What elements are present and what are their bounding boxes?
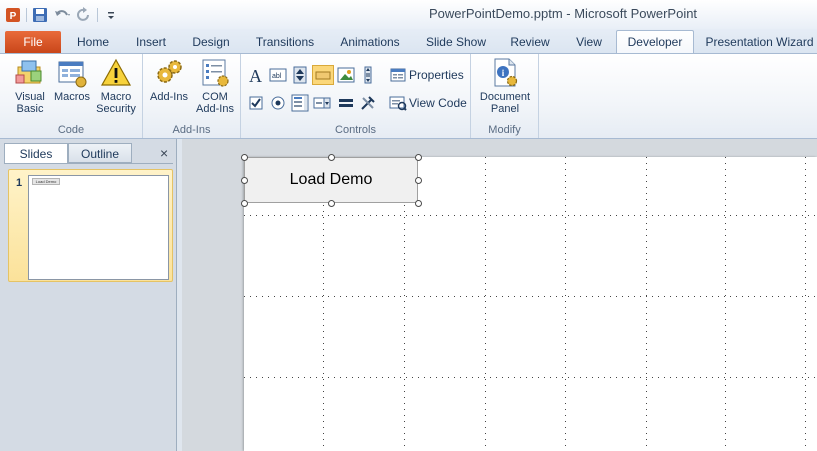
document-panel-label: Document Panel (479, 91, 531, 115)
slides-pane: Slides Outline × 1 Load Demo (0, 139, 177, 451)
group-controls: A abl Properties View Code Controls (241, 54, 471, 138)
visual-basic-icon (14, 57, 46, 89)
thumbnail-button-preview: Load Demo (32, 178, 60, 185)
ribbon: Visual Basic Macros Macro Security Code … (0, 53, 817, 139)
tab-slides[interactable]: Slides (4, 143, 68, 163)
save-icon[interactable] (31, 6, 49, 24)
close-icon[interactable]: × (160, 145, 168, 161)
macro-security-button[interactable]: Macro Security (93, 57, 139, 115)
macros-label: Macros (53, 91, 91, 103)
undo-icon[interactable] (53, 6, 71, 24)
group-add-ins: Add-Ins COM Add-Ins Add-Ins (143, 54, 241, 138)
tab-review[interactable]: Review (503, 31, 557, 53)
tab-transitions[interactable]: Transitions (248, 31, 322, 53)
command-button-control-icon[interactable] (312, 65, 334, 85)
option-button-control-icon[interactable] (269, 94, 287, 112)
spin-button-control-icon[interactable] (291, 66, 309, 84)
more-controls-icon[interactable] (359, 94, 377, 112)
com-add-ins-button[interactable]: COM Add-Ins (193, 57, 237, 115)
tab-developer[interactable]: Developer (616, 30, 694, 55)
tab-file[interactable]: File (5, 31, 61, 53)
view-code-icon[interactable] (389, 94, 407, 112)
window-title: PowerPointDemo.pptm - Microsoft PowerPoi… (429, 6, 698, 21)
add-ins-button[interactable]: Add-Ins (147, 57, 191, 103)
check-box-control-icon[interactable] (247, 94, 265, 112)
properties-icon[interactable] (389, 66, 407, 84)
svg-text:A: A (249, 66, 262, 84)
title-bar: P PowerPointDemo.pptm - Microsoft PowerP… (0, 0, 817, 29)
view-code-button[interactable]: View Code (409, 96, 467, 110)
group-add-ins-label: Add-Ins (172, 124, 211, 136)
tab-design[interactable]: Design (184, 31, 238, 53)
tab-insert[interactable]: Insert (125, 31, 177, 53)
com-add-ins-label: COM Add-Ins (196, 91, 234, 115)
group-controls-label: Controls (335, 124, 376, 136)
com-add-ins-icon (199, 57, 231, 89)
load-demo-button[interactable]: Load Demo (244, 157, 418, 203)
group-modify-label: Modify (488, 124, 521, 136)
redo-icon[interactable] (75, 6, 93, 24)
properties-button[interactable]: Properties (409, 68, 464, 82)
tab-view[interactable]: View (568, 31, 610, 53)
scroll-bar-control-icon[interactable] (359, 66, 377, 84)
document-panel-icon: i (489, 57, 521, 89)
tab-animations[interactable]: Animations (333, 31, 407, 53)
text-box-control-icon[interactable]: abl (269, 66, 287, 84)
selection-handle-bottom-right[interactable] (415, 200, 422, 207)
group-modify: i Document Panel Modify (471, 54, 539, 138)
svg-text:P: P (10, 11, 17, 22)
document-panel-button[interactable]: i Document Panel (475, 57, 535, 115)
gears-icon (153, 57, 185, 89)
macro-security-label: Macro Security (96, 91, 136, 115)
visual-basic-button[interactable]: Visual Basic (8, 57, 52, 115)
selection-handle-right[interactable] (415, 177, 422, 184)
quick-access-toolbar: P (4, 6, 120, 24)
tab-presentation-wizard[interactable]: Presentation Wizard (702, 31, 817, 53)
selection-handle-bottom-left[interactable] (241, 200, 248, 207)
slide-number: 1 (16, 177, 23, 189)
powerpoint-app-icon[interactable]: P (4, 6, 22, 24)
tab-home[interactable]: Home (69, 31, 117, 53)
qat-separator (26, 8, 27, 22)
add-ins-label: Add-Ins (150, 91, 188, 103)
label-control-icon[interactable]: A (247, 66, 265, 86)
warning-icon (100, 57, 132, 89)
selection-handle-top-right[interactable] (415, 154, 422, 161)
group-code: Visual Basic Macros Macro Security Code (0, 54, 143, 138)
slide-thumbnail-1[interactable]: 1 Load Demo (8, 169, 173, 282)
list-box-control-icon[interactable] (291, 94, 309, 112)
selection-handle-top[interactable] (328, 154, 335, 161)
qat-separator (97, 8, 98, 22)
slide-thumbnail-image: Load Demo (28, 175, 169, 280)
slide-thumbnails: 1 Load Demo (4, 163, 173, 444)
macros-button[interactable]: Macros (52, 57, 92, 103)
selection-handle-left[interactable] (241, 177, 248, 184)
tab-slide-show[interactable]: Slide Show (420, 31, 492, 53)
svg-text:abl: abl (272, 73, 282, 80)
selection-handle-top-left[interactable] (241, 154, 248, 161)
tab-outline[interactable]: Outline (68, 143, 132, 163)
combo-box-control-icon[interactable] (313, 94, 331, 112)
visual-basic-label: Visual Basic (15, 91, 45, 115)
customize-qat-icon[interactable] (102, 6, 120, 24)
ribbon-tabs: File Home Insert Design Transitions Anim… (0, 29, 817, 55)
group-code-label: Code (57, 124, 85, 136)
selection-handle-bottom[interactable] (328, 200, 335, 207)
image-control-icon[interactable] (337, 66, 355, 84)
toggle-button-control-icon[interactable] (337, 94, 355, 112)
macros-icon (56, 57, 88, 89)
